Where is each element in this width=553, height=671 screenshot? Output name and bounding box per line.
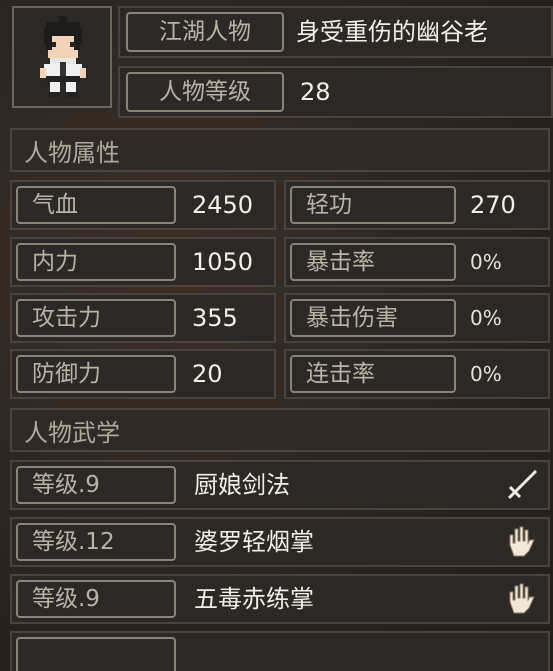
name-label: 江湖人物	[126, 12, 284, 52]
character-info-screen: 江湖人物 身受重伤的幽谷老 人物等级 28 人物属性 气血 2450 轻功 27…	[0, 0, 553, 671]
skill-level: 等级.9	[16, 580, 176, 618]
skill-name: 婆罗轻烟掌	[194, 528, 314, 556]
character-avatar-icon	[40, 16, 86, 97]
skill-level: 等级.9	[16, 466, 176, 504]
crit-dmg-value: 0%	[470, 306, 502, 330]
empty-skill-slot	[16, 637, 176, 671]
character-portrait[interactable]	[12, 6, 112, 108]
combo-value: 0%	[470, 362, 502, 386]
attack-label: 攻击力	[16, 299, 176, 337]
skill-name: 厨娘剑法	[194, 471, 290, 499]
crit-rate-value: 0%	[470, 250, 502, 274]
martial-arts-header: 人物武学	[10, 408, 550, 452]
skill-name: 五毒赤练掌	[194, 585, 314, 613]
defense-label: 防御力	[16, 355, 176, 393]
defense-value: 20	[192, 360, 223, 388]
character-name: 身受重伤的幽谷老	[296, 18, 488, 46]
attributes-header: 人物属性	[10, 128, 550, 172]
neili-value: 1050	[192, 248, 254, 276]
palm-icon	[509, 583, 535, 614]
crit-rate-label: 暴击率	[290, 243, 456, 281]
combo-label: 连击率	[290, 355, 456, 393]
level-label: 人物等级	[126, 72, 284, 112]
hp-label: 气血	[16, 186, 176, 224]
neili-label: 内力	[16, 243, 176, 281]
qinggong-value: 270	[470, 191, 516, 219]
sword-icon	[507, 469, 538, 500]
character-level: 28	[300, 78, 331, 106]
attack-value: 355	[192, 304, 238, 332]
crit-dmg-label: 暴击伤害	[290, 299, 456, 337]
qinggong-label: 轻功	[290, 186, 456, 224]
palm-icon	[509, 526, 535, 557]
hp-value: 2450	[192, 191, 254, 219]
skill-level: 等级.12	[16, 523, 176, 561]
